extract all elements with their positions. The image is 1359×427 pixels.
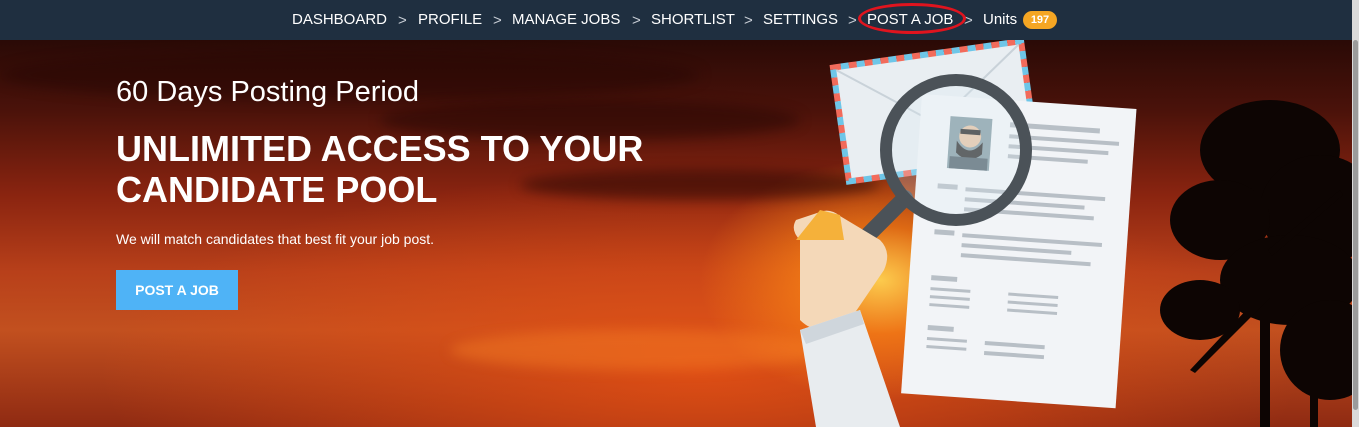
nav-profile[interactable]: PROFILE: [418, 0, 482, 40]
nav-shortlist[interactable]: SHORTLIST: [651, 0, 735, 40]
nav-manage-jobs[interactable]: MANAGE JOBS: [512, 0, 620, 40]
chevron-right-icon: >: [493, 12, 502, 29]
nav-dashboard[interactable]: DASHBOARD: [292, 0, 387, 40]
resume-magnifier-illustration: [793, 40, 1137, 427]
chevron-right-icon: >: [964, 12, 973, 29]
hero-description: We will match candidates that best fit y…: [116, 231, 435, 247]
chevron-right-icon: >: [848, 12, 857, 29]
scrollbar-thumb[interactable]: [1353, 40, 1358, 410]
units-count-badge: 197: [1023, 11, 1057, 29]
nav-settings[interactable]: SETTINGS: [763, 0, 838, 40]
hero-banner: 60 Days Posting Period UNLIMITED ACCESS …: [0, 40, 1352, 427]
chevron-right-icon: >: [398, 12, 407, 29]
hero-title: UNLIMITED ACCESS TO YOUR CANDIDATE POOL: [116, 128, 644, 210]
nav-post-a-job[interactable]: POST A JOB: [867, 0, 953, 40]
top-nav: DASHBOARD > PROFILE > MANAGE JOBS > SHOR…: [0, 0, 1359, 40]
post-a-job-button[interactable]: POST A JOB: [116, 270, 238, 310]
chevron-right-icon: >: [632, 12, 641, 29]
nav-units[interactable]: Units: [983, 0, 1017, 40]
chevron-right-icon: >: [744, 12, 753, 29]
hero-subtitle: 60 Days Posting Period: [116, 76, 420, 108]
